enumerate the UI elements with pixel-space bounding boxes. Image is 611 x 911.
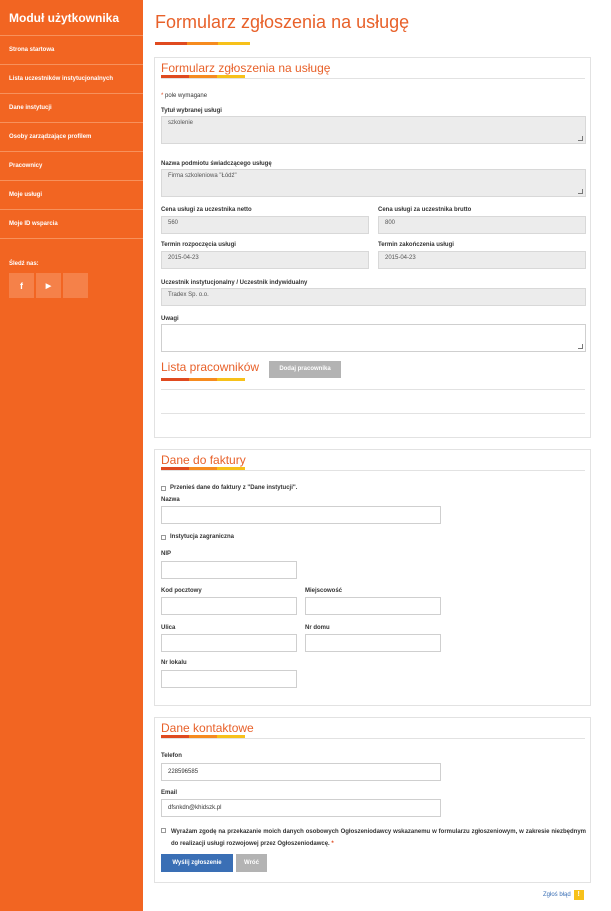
- street-label: Ulica: [161, 625, 176, 631]
- youtube-icon[interactable]: ▶: [36, 273, 61, 298]
- notes-label: Uwagi: [161, 316, 179, 322]
- divider: [161, 413, 585, 414]
- consent-checkbox[interactable]: [161, 828, 166, 833]
- copy-data-label: Przenieś dane do faktury z "Dane instytu…: [170, 485, 298, 491]
- warning-icon: !: [573, 890, 584, 900]
- sidebar-title: Moduł użytkownika: [0, 0, 143, 36]
- submit-button[interactable]: Wyślij zgłoszenie: [161, 854, 233, 872]
- end-date-label: Termin zakończenia usługi: [378, 242, 454, 248]
- start-date-field[interactable]: 2015-04-23: [161, 251, 369, 269]
- page-title: Formularz zgłoszenia na usługę: [155, 12, 410, 32]
- required-note: * pole wymagane: [161, 93, 208, 99]
- report-bug-link[interactable]: Zgłoś błąd !: [543, 890, 584, 900]
- phone-label: Telefon: [161, 753, 182, 759]
- contact-panel: Dane kontaktowe Telefon 228596585 Email …: [154, 717, 591, 883]
- employees-title: Lista pracowników: [161, 360, 260, 374]
- participant-label: Uczestnik instytucjonalny / Uczestnik in…: [161, 280, 308, 286]
- street-input[interactable]: [161, 634, 297, 652]
- consent-label: Wyrażam zgodę na przekazanie moich danyc…: [171, 829, 586, 847]
- section-underline: [161, 378, 245, 381]
- sidebar-item-support-id[interactable]: Moje ID wsparcia: [0, 210, 143, 239]
- service-form-title: Formularz zgłoszenia na usługę: [161, 61, 331, 75]
- postal-code-label: Kod pocztowy: [161, 588, 202, 594]
- name-input[interactable]: [161, 506, 441, 524]
- facebook-icon[interactable]: f: [9, 273, 34, 298]
- email-label: Email: [161, 790, 178, 796]
- gross-price-label: Cena usługi za uczestnika brutto: [378, 207, 472, 213]
- section-underline: [161, 467, 245, 470]
- flat-number-input[interactable]: [161, 670, 297, 688]
- nip-label: NIP: [161, 551, 172, 557]
- flat-number-label: Nr lokalu: [161, 660, 187, 666]
- provider-label: Nazwa podmiotu świadczącego usługę: [161, 161, 272, 167]
- report-bug-label: Zgłoś błąd: [543, 892, 571, 898]
- city-label: Miejscowość: [305, 588, 343, 594]
- main-content: Formularz zgłoszenia na usługę Formularz…: [143, 0, 611, 911]
- social-links: f ▶: [0, 273, 143, 298]
- service-form-panel: Formularz zgłoszenia na usługę * pole wy…: [154, 57, 591, 438]
- nip-input[interactable]: [161, 561, 297, 579]
- participant-field[interactable]: Tradex Sp. o.o.: [161, 288, 586, 306]
- follow-us-label: Śledź nas:: [9, 261, 39, 267]
- sidebar-item-home[interactable]: Strona startowa: [0, 36, 143, 65]
- back-button[interactable]: Wróć: [236, 854, 267, 872]
- house-number-input[interactable]: [305, 634, 441, 652]
- gross-price-field[interactable]: 800: [378, 216, 586, 234]
- start-date-label: Termin rozpoczęcia usługi: [161, 242, 236, 248]
- invoice-title: Dane do faktury: [161, 453, 246, 467]
- foreign-institution-label: Instytucja zagraniczna: [170, 534, 235, 540]
- email-input[interactable]: dfsnkdn@khidszk.pl: [161, 799, 441, 817]
- sidebar-item-profile-managers[interactable]: Osoby zarządzające profilem: [0, 123, 143, 152]
- add-employee-button[interactable]: Dodaj pracownika: [269, 361, 341, 378]
- resize-handle[interactable]: [578, 344, 583, 349]
- copy-data-checkbox[interactable]: [161, 486, 166, 491]
- net-price-label: Cena usługi za uczestnika netto: [161, 207, 252, 213]
- name-label: Nazwa: [161, 497, 180, 503]
- phone-input[interactable]: 228596585: [161, 763, 441, 781]
- net-price-field[interactable]: 560: [161, 216, 369, 234]
- page-title-underline: [155, 42, 250, 45]
- sidebar-item-employees[interactable]: Pracownicy: [0, 152, 143, 181]
- end-date-field[interactable]: 2015-04-23: [378, 251, 586, 269]
- service-title-field[interactable]: szkolenie: [161, 116, 586, 144]
- sidebar-item-my-services[interactable]: Moje usługi: [0, 181, 143, 210]
- sidebar-item-institution-data[interactable]: Dane instytucji: [0, 94, 143, 123]
- provider-field[interactable]: Firma szkoleniowa "Łódź": [161, 169, 586, 197]
- sidebar-item-institutional-participants[interactable]: Lista uczestników instytucjonalnych: [0, 65, 143, 94]
- service-title-label: Tytuł wybranej usługi: [161, 108, 222, 114]
- divider: [161, 389, 585, 390]
- house-number-label: Nr domu: [305, 625, 330, 631]
- postal-code-input[interactable]: [161, 597, 297, 615]
- foreign-institution-checkbox[interactable]: [161, 535, 166, 540]
- section-underline: [161, 75, 245, 78]
- sidebar: Moduł użytkownika Strona startowa Lista …: [0, 0, 143, 911]
- section-underline: [161, 735, 245, 738]
- city-input[interactable]: [305, 597, 441, 615]
- social-link-empty[interactable]: [63, 273, 88, 298]
- invoice-panel: Dane do faktury Przenieś dane do faktury…: [154, 449, 591, 706]
- notes-textarea[interactable]: [161, 324, 586, 352]
- contact-title: Dane kontaktowe: [161, 721, 254, 735]
